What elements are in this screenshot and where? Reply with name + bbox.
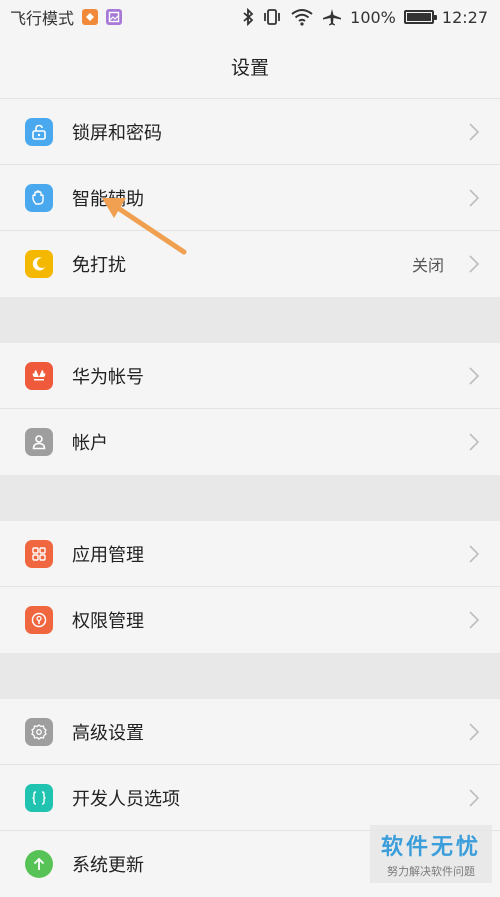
settings-item-permission-management[interactable]: 权限管理 — [0, 587, 500, 653]
update-arrow-icon — [25, 850, 53, 878]
watermark-subtitle: 努力解决软件问题 — [387, 865, 475, 878]
settings-item-accounts[interactable]: 帐户 — [0, 409, 500, 475]
page-title: 设置 — [0, 34, 500, 99]
chevron-right-icon — [469, 723, 480, 741]
chevron-right-icon — [469, 367, 480, 385]
settings-group-security: 锁屏和密码 智能辅助 免打扰 关闭 — [0, 99, 500, 297]
settings-item-label: 权限管理 — [72, 611, 144, 632]
group-separator — [0, 297, 500, 343]
chevron-right-icon — [469, 255, 480, 273]
settings-group-accounts: 华为帐号 帐户 — [0, 343, 500, 475]
settings-item-label: 应用管理 — [72, 544, 144, 566]
apps-grid-icon — [25, 540, 53, 568]
settings-item-label: 华为帐号 — [72, 366, 144, 388]
group-separator — [0, 653, 500, 699]
lock-icon — [25, 118, 53, 146]
settings-item-label: 高级设置 — [72, 722, 144, 744]
dnd-status-value: 关闭 — [411, 256, 444, 275]
settings-group-apps: 应用管理 权限管理 — [0, 521, 500, 653]
battery-icon — [403, 10, 437, 24]
settings-item-do-not-disturb[interactable]: 免打扰 关闭 — [0, 231, 500, 297]
hand-icon — [25, 184, 53, 212]
chevron-right-icon — [469, 545, 480, 563]
settings-item-lock-screen[interactable]: 锁屏和密码 — [0, 99, 500, 165]
chevron-right-icon — [469, 189, 480, 207]
notification-gallery-icon — [106, 9, 123, 25]
chevron-right-icon — [469, 123, 480, 141]
settings-item-app-management[interactable]: 应用管理 — [0, 521, 500, 587]
settings-item-developer-options[interactable]: 开发人员选项 — [0, 765, 500, 831]
settings-item-label: 锁屏和密码 — [72, 122, 162, 144]
huawei-logo-icon — [25, 362, 53, 390]
moon-icon — [25, 250, 53, 278]
chevron-right-icon — [469, 789, 480, 807]
settings-item-smart-assist[interactable]: 智能辅助 — [0, 165, 500, 231]
watermark-title: 软件无忧 — [380, 835, 481, 860]
settings-item-label: 帐户 — [72, 433, 108, 454]
watermark: 软件无忧 努力解决软件问题 — [370, 825, 492, 883]
battery-percent: 100% — [350, 7, 396, 27]
vibrate-icon — [262, 8, 282, 26]
gear-icon — [25, 718, 53, 746]
chevron-right-icon — [469, 433, 480, 451]
wifi-icon — [290, 8, 314, 26]
chevron-right-icon — [469, 611, 480, 629]
person-icon — [25, 428, 53, 456]
settings-item-advanced-settings[interactable]: 高级设置 — [0, 699, 500, 765]
settings-item-huawei-account[interactable]: 华为帐号 — [0, 343, 500, 409]
status-bar: 飞行模式 100% 12:27 — [0, 0, 500, 34]
airplane-icon — [322, 8, 342, 26]
settings-item-label: 系统更新 — [72, 855, 144, 876]
settings-item-label: 免打扰 — [72, 255, 126, 276]
bluetooth-icon — [242, 8, 254, 26]
settings-item-label: 智能辅助 — [72, 188, 144, 210]
airplane-mode-text: 飞行模式 — [10, 9, 75, 28]
settings-item-label: 开发人员选项 — [72, 788, 180, 810]
group-separator — [0, 475, 500, 521]
permission-icon — [25, 606, 53, 634]
clock: 12:27 — [441, 7, 488, 27]
notification-app-icon — [82, 9, 99, 25]
braces-icon — [25, 784, 53, 812]
